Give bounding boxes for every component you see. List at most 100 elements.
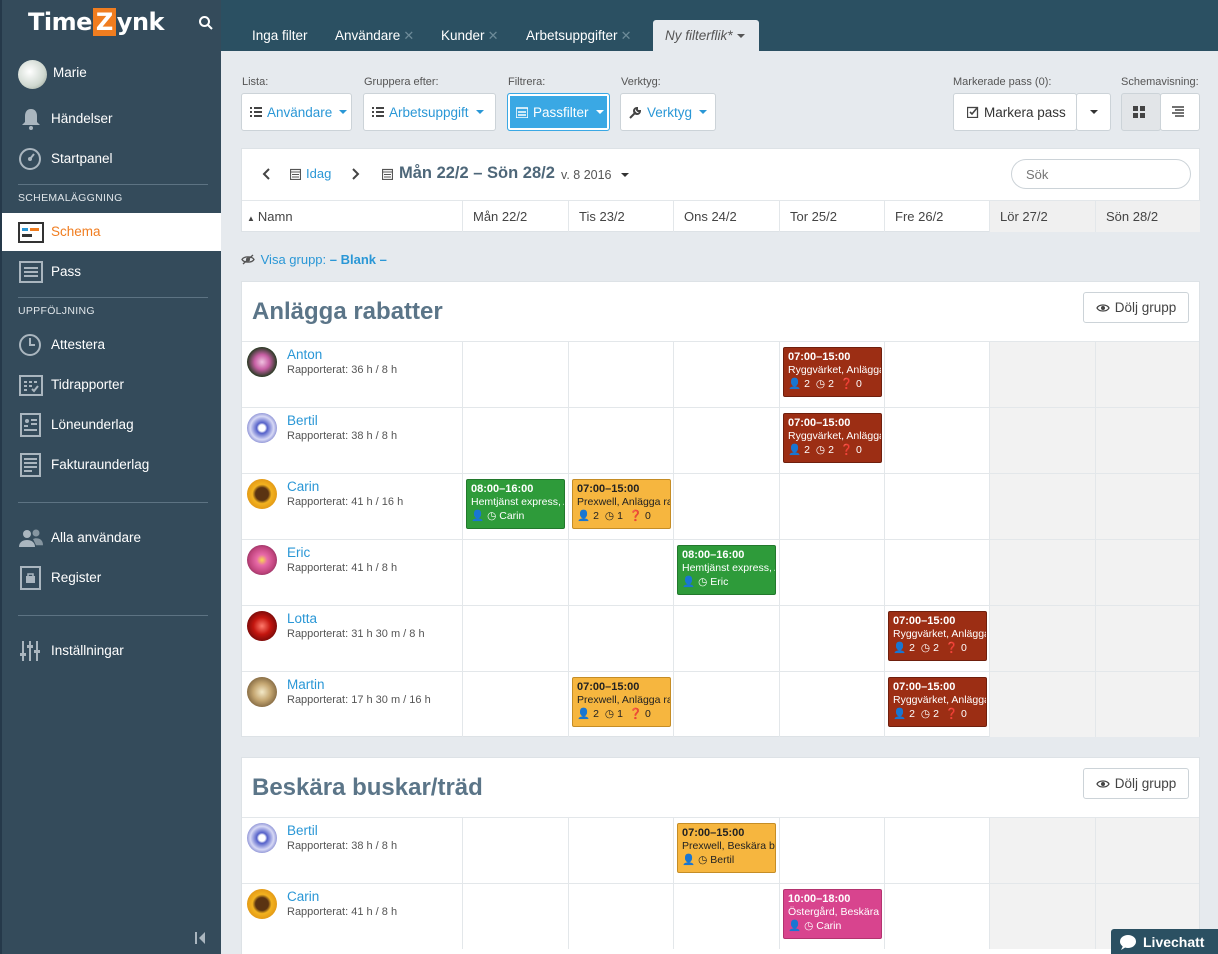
shift-block[interactable]: 08:00–16:00Hemtjänst express, Anlägga ra…	[466, 479, 565, 529]
day-cell[interactable]	[673, 474, 779, 539]
search-icon[interactable]	[198, 15, 214, 31]
day-cell[interactable]	[462, 408, 568, 473]
day-cell[interactable]	[568, 606, 673, 671]
timezynk-logo[interactable]: Time Zynk	[28, 8, 165, 36]
day-cell[interactable]	[568, 540, 673, 605]
day-cell[interactable]	[989, 408, 1095, 473]
close-icon[interactable]: ✕	[488, 28, 499, 44]
shift-block[interactable]: 07:00–15:00Prexwell, Anlägga rabatter 👤2 ◷…	[572, 479, 671, 529]
name-column-header[interactable]: ▲ Namn	[242, 201, 462, 232]
day-cell[interactable]	[1095, 606, 1199, 671]
user-name-link[interactable]: Martin	[287, 677, 325, 692]
markera-pass-button[interactable]: Markera pass	[953, 93, 1077, 131]
day-cell[interactable]	[673, 884, 779, 949]
sidebar-item-register[interactable]: Register	[2, 559, 221, 597]
day-cell[interactable]	[884, 540, 989, 605]
day-cell[interactable]	[884, 818, 989, 883]
day-cell[interactable]	[1095, 540, 1199, 605]
day-cell[interactable]	[779, 540, 884, 605]
user-name-link[interactable]: Carin	[287, 889, 319, 904]
grid-view-button[interactable]	[1121, 93, 1161, 131]
day-cell[interactable]	[989, 540, 1095, 605]
hide-group-button[interactable]: Dölj grupp	[1083, 292, 1189, 323]
chevron-left-icon[interactable]	[262, 168, 270, 180]
shift-block[interactable]: 07:00–15:00Ryggvärket, Anlägga rabatter 👤…	[888, 677, 987, 727]
day-cell[interactable]	[462, 606, 568, 671]
day-cell[interactable]	[884, 342, 989, 407]
day-cell[interactable]	[462, 672, 568, 737]
visa-grupp[interactable]: Visa grupp: – Blank –	[241, 252, 387, 267]
tab-arbetsuppgifter[interactable]: Arbetsuppgifter ✕	[526, 20, 632, 51]
shift-block[interactable]: 08:00–16:00Hemtjänst express, Anlägga ra…	[677, 545, 776, 595]
day-cell[interactable]	[673, 342, 779, 407]
day-cell[interactable]	[989, 818, 1095, 883]
day-cell[interactable]	[779, 606, 884, 671]
day-cell[interactable]	[568, 408, 673, 473]
sidebar-item-loneunderlag[interactable]: Löneunderlag	[2, 406, 221, 444]
tab-kunder[interactable]: Kunder ✕	[441, 20, 499, 51]
shift-block[interactable]: 07:00–15:00Ryggvärket, Anlägga rabatter 👤…	[783, 347, 882, 397]
search-input[interactable]	[1011, 159, 1191, 189]
close-icon[interactable]: ✕	[403, 28, 414, 44]
verktyg-dropdown[interactable]: Verktyg	[620, 93, 716, 131]
sidebar-item-alla-anvandare[interactable]: Alla användare	[2, 519, 221, 557]
day-cell[interactable]	[673, 606, 779, 671]
shift-block[interactable]: 07:00–15:00Prexwell, Beskära buskar/träd…	[677, 823, 776, 873]
day-cell[interactable]	[884, 474, 989, 539]
user-name-link[interactable]: Lotta	[287, 611, 317, 626]
day-cell[interactable]	[779, 672, 884, 737]
day-cell[interactable]	[989, 884, 1095, 949]
tab-ny-filterflik[interactable]: Ny filterflik*	[653, 20, 759, 51]
user-name-link[interactable]: Anton	[287, 347, 322, 362]
date-range[interactable]: Mån 22/2 – Sön 28/2	[399, 164, 555, 183]
day-cell[interactable]	[1095, 672, 1199, 737]
day-cell[interactable]	[568, 818, 673, 883]
timeline-view-button[interactable]	[1160, 93, 1200, 131]
tab-anvandare[interactable]: Användare ✕	[335, 20, 414, 51]
shift-block[interactable]: 07:00–15:00Ryggvärket, Anlägga rabatter 👤…	[888, 611, 987, 661]
day-cell[interactable]	[1095, 408, 1199, 473]
sidebar-item-schema[interactable]: Schema	[2, 213, 221, 251]
shift-block[interactable]: 07:00–15:00Ryggvärket, Anlägga rabatter 👤…	[783, 413, 882, 463]
user-name-link[interactable]: Bertil	[287, 413, 318, 428]
day-cell[interactable]	[673, 408, 779, 473]
passfilter-dropdown[interactable]: Passfilter	[507, 93, 610, 131]
markera-pass-dropdown[interactable]	[1076, 93, 1111, 131]
shift-block[interactable]: 10:00–18:00Östergård, Beskära buskar/trä…	[783, 889, 882, 939]
sidebar-item-tidrapporter[interactable]: Tidrapporter	[2, 366, 221, 404]
today-button[interactable]: Idag	[306, 166, 331, 181]
user-name-link[interactable]: Bertil	[287, 823, 318, 838]
shift-block[interactable]: 07:00–15:00Prexwell, Anlägga rabatter 👤2 ◷…	[572, 677, 671, 727]
chevron-down-icon[interactable]	[621, 173, 629, 177]
day-cell[interactable]	[989, 606, 1095, 671]
lista-dropdown[interactable]: Användare	[241, 93, 352, 131]
day-cell[interactable]	[884, 884, 989, 949]
day-cell[interactable]	[462, 342, 568, 407]
day-cell[interactable]	[673, 672, 779, 737]
sidebar-item-attestera[interactable]: Attestera	[2, 326, 221, 364]
user-name-link[interactable]: Eric	[287, 545, 310, 560]
sidebar-item-startpanel[interactable]: Startpanel	[2, 140, 221, 178]
day-cell[interactable]	[462, 540, 568, 605]
tab-inga-filter[interactable]: Inga filter	[252, 20, 308, 51]
livechat-button[interactable]: Livechatt	[1111, 929, 1218, 954]
user-profile[interactable]: Marie	[2, 54, 221, 92]
close-icon[interactable]: ✕	[621, 28, 632, 44]
day-cell[interactable]	[568, 884, 673, 949]
day-cell[interactable]	[884, 408, 989, 473]
sidebar-item-installningar[interactable]: Inställningar	[2, 632, 221, 670]
sidebar-item-handelser[interactable]: Händelser	[2, 100, 221, 138]
day-cell[interactable]	[568, 342, 673, 407]
day-cell[interactable]	[1095, 342, 1199, 407]
day-cell[interactable]	[1095, 474, 1199, 539]
user-name-link[interactable]: Carin	[287, 479, 319, 494]
day-cell[interactable]	[989, 672, 1095, 737]
day-cell[interactable]	[989, 474, 1095, 539]
day-cell[interactable]	[462, 818, 568, 883]
day-cell[interactable]	[989, 342, 1095, 407]
sidebar-item-fakturaunderlag[interactable]: Fakturaunderlag	[2, 446, 221, 484]
gruppera-dropdown[interactable]: Arbetsuppgift	[363, 93, 496, 131]
chevron-right-icon[interactable]	[352, 168, 360, 180]
day-cell[interactable]	[462, 884, 568, 949]
sidebar-item-pass[interactable]: Pass	[2, 253, 221, 291]
